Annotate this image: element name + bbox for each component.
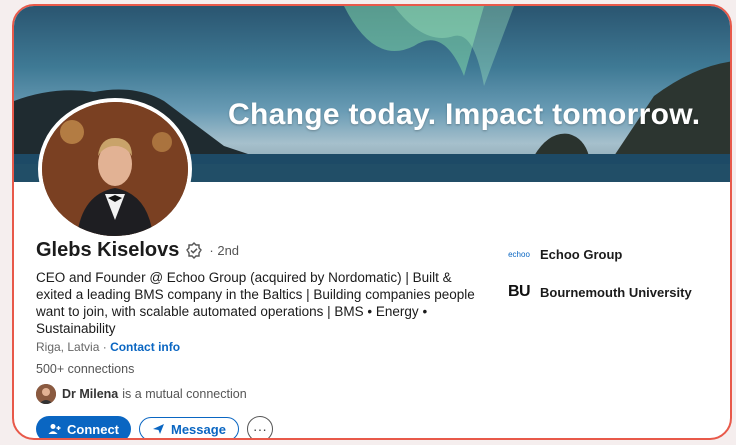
send-icon (153, 424, 164, 434)
contact-info-link[interactable]: Contact info (110, 340, 180, 354)
location-separator: · (102, 340, 111, 354)
location-row: Riga, Latvia · Contact info (36, 340, 180, 354)
mutual-text: is a mutual connection (122, 387, 247, 401)
connection-degree: · 2nd (209, 243, 240, 258)
mutual-avatar (36, 384, 56, 404)
mutual-avatar-photo (36, 384, 56, 404)
connections-count[interactable]: 500+ connections (36, 362, 134, 376)
verified-icon[interactable] (185, 241, 203, 260)
connect-button[interactable]: Connect (36, 416, 131, 438)
profile-avatar[interactable] (38, 98, 192, 240)
banner-slogan: Change today. Impact tomorrow. (228, 98, 701, 131)
mutual-name: Dr Milena (62, 387, 119, 401)
profile-location: Riga, Latvia (36, 340, 100, 354)
avatar-photo (42, 102, 188, 236)
education-label: Bournemouth University (540, 284, 692, 300)
experience-echoo[interactable]: echoo Echoo Group (504, 242, 622, 266)
mutual-connection[interactable]: Dr Milena is a mutual connection (36, 384, 247, 404)
message-label: Message (171, 421, 226, 437)
name-row: Glebs Kiselovs · 2nd (36, 239, 239, 262)
echoo-logo-icon: echoo (504, 242, 534, 266)
bu-logo-icon: BU (504, 280, 534, 304)
profile-card: Change today. Impact tomorrow. Glebs Kis… (12, 4, 732, 440)
connect-label: Connect (67, 421, 119, 437)
more-button[interactable]: ··· (246, 416, 273, 438)
add-person-icon (48, 424, 61, 434)
echoo-logo-text: echoo (508, 249, 530, 259)
profile-headline: CEO and Founder @ Echoo Group (acquired … (36, 270, 475, 336)
experience-label: Echoo Group (540, 246, 623, 262)
education-bu[interactable]: BU Bournemouth University (504, 280, 692, 304)
message-button[interactable]: Message (139, 417, 239, 438)
profile-name: Glebs Kiselovs (36, 239, 180, 261)
action-buttons: Connect Message ··· (36, 416, 273, 438)
more-icon: ··· (252, 421, 267, 437)
bu-logo-text: BU (507, 283, 531, 300)
